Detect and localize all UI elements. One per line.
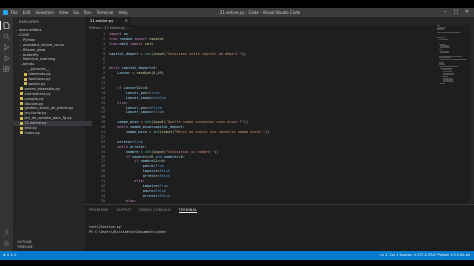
menu-view[interactable]: View	[59, 8, 69, 17]
python-file-icon	[20, 97, 23, 101]
code-line[interactable]: somme_mise = int(input("Merci de saisir …	[109, 130, 269, 135]
editor-scrollbar[interactable]	[470, 25, 474, 203]
menu-run[interactable]: Run	[84, 8, 92, 17]
status-right[interactable]: Ln 4, Col 1 Spaces: 4 UTF-8 CRLF Python …	[380, 251, 470, 260]
python-file-icon	[20, 102, 23, 105]
tree-item-label: discord.py	[24, 101, 44, 106]
tree-item-label: 21.estive.py	[24, 121, 47, 126]
minimap-line	[440, 59, 467, 61]
source-control-icon[interactable]	[3, 44, 10, 51]
tree-item-label: jeu_de_societe_pour_fg.py	[24, 116, 72, 121]
menu-bar: File Edit Selection View Go Run Terminal Help	[11, 8, 128, 17]
minimap[interactable]	[437, 25, 471, 85]
screen: File Edit Selection View Go Run Terminal Help 2…	[0, 0, 474, 266]
python-file-icon	[24, 82, 27, 86]
editor-tab[interactable]: 21.estive.py ×	[85, 17, 131, 25]
extensions-icon[interactable]	[3, 66, 10, 73]
menu-help[interactable]: Help	[119, 8, 128, 17]
terminal-line: test\21estive.py'	[89, 225, 123, 229]
title-bar: File Edit Selection View Go Run Terminal Help 2…	[0, 8, 474, 17]
editor-tabs: 21.estive.py ×	[85, 17, 474, 25]
minimize-button[interactable]: –	[440, 8, 450, 17]
files-icon[interactable]	[3, 22, 10, 29]
minimap-line	[437, 28, 445, 30]
panel-tab-problems[interactable]: PROBLEMS	[89, 208, 109, 213]
search-icon[interactable]	[3, 33, 10, 40]
code-editor[interactable]: 1 2 3 4 5 6 7 8 9 10 11 12 13 14 15 16 17 18 19 20 21 22 23 24 2…	[85, 32, 430, 204]
tree-item-label: assistant_virtual_cours	[23, 42, 65, 47]
tree-item-label: butterfly	[23, 52, 39, 57]
minimap-line	[438, 38, 448, 40]
minimap-line	[437, 31, 460, 33]
explorer-sidebar: EXPLORER › open editors ⌄CODE › Python › assis…	[13, 17, 92, 251]
tree-item-label: open editors	[19, 28, 42, 32]
line-number: 35	[101, 198, 105, 203]
menu-file[interactable]: File	[11, 8, 18, 17]
menu-terminal[interactable]: Terminal	[97, 8, 114, 17]
account-icon[interactable]	[3, 229, 10, 236]
panel-tab-debug-console[interactable]: DEBUG CONSOLE	[139, 208, 170, 213]
tree-item-label: CODE	[19, 32, 30, 37]
tree-item-label: __pycache__	[27, 67, 50, 72]
python-file-icon	[20, 87, 23, 91]
panel-tab-terminal[interactable]: TERMINAL	[178, 208, 198, 213]
tree-item-label: calculatrice.py	[24, 91, 51, 96]
active-indicator	[0, 21, 1, 30]
python-file-icon	[24, 77, 27, 81]
code-line[interactable]: Lancer = randint(0,49)	[109, 71, 163, 76]
window-title: 21.estive.py - Code - Visual Studio Code	[219, 10, 301, 15]
tab-close-icon[interactable]: ×	[125, 17, 128, 25]
tree-item-label: Machine_Learning	[23, 57, 56, 62]
minimap-line	[443, 81, 454, 83]
python-file-icon	[24, 72, 27, 76]
python-file-icon	[20, 116, 23, 120]
tree-item-label: gestion_stock_de_pierre.py	[24, 106, 74, 111]
run-debug-icon[interactable]	[3, 55, 10, 62]
python-file-icon	[20, 131, 23, 135]
tree-item-label: Python	[23, 37, 36, 42]
tree-item-label: Bitcoin_data	[23, 47, 46, 52]
code-line[interactable]: from math import ceil	[109, 42, 153, 47]
vscode-window: File Edit Selection View Go Run Terminal Help 2…	[0, 8, 474, 260]
tree-item-label: index.py	[24, 130, 40, 135]
tree-item-label: pendu	[23, 62, 35, 67]
bottom-panel: PROBLEMS OUTPUT DEBUG CONSOLE TERMINAL test…	[85, 204, 474, 252]
menu-selection[interactable]: Selection	[35, 8, 53, 17]
tree-item-label: annee_bissextile.py	[24, 86, 60, 91]
python-file-icon	[20, 111, 23, 115]
python-file-icon	[20, 121, 23, 125]
code-line[interactable]: Lancer_impair=True	[109, 110, 164, 115]
status-bar: ⊗ 0 ⚠ 0 Ln 4, Col 1 Spaces: 4 UTF-8 CRLF…	[0, 251, 474, 260]
breadcrumb[interactable]: Python › 21.estive.py › ...	[89, 26, 132, 30]
timeline-section[interactable]: TIMELINE	[17, 245, 33, 249]
panel-tab-output[interactable]: OUTPUT	[117, 208, 132, 213]
explorer-header: EXPLORER	[19, 20, 39, 24]
close-window-button[interactable]: ✕	[462, 8, 472, 17]
code-line[interactable]: else:	[109, 199, 137, 204]
menu-edit[interactable]: Edit	[23, 8, 31, 17]
outline-section[interactable]: OUTLINE	[17, 240, 32, 244]
tree-item-label: jeu-facile.py	[24, 111, 47, 116]
panel-tabs: PROBLEMS OUTPUT DEBUG CONSOLE TERMINAL	[89, 208, 198, 213]
tab-label: 21.estive.py	[90, 18, 114, 23]
tree-item-label: elements.py	[28, 72, 51, 77]
problems-status[interactable]: ⊗ 0 ⚠ 0	[3, 251, 16, 260]
terminal-prompt[interactable]: PS C:\Users\Utilisateur\Documents\code>	[89, 230, 166, 234]
tree-item-label: pendu.py	[28, 81, 46, 86]
python-file-icon	[20, 126, 23, 130]
menu-go[interactable]: Go	[73, 8, 79, 17]
activity-bar	[0, 17, 13, 251]
python-file-icon	[20, 92, 23, 96]
minimap-line	[440, 52, 450, 54]
vscode-logo-icon	[3, 10, 8, 15]
tree-item-label: compte.py	[24, 96, 44, 101]
python-file-icon	[20, 106, 23, 110]
tree-item-label: fonctions.py	[28, 77, 51, 81]
file-item[interactable]: index.py	[13, 131, 92, 136]
settings-gear-icon[interactable]	[3, 240, 10, 247]
maximize-button[interactable]: □	[451, 8, 461, 17]
tree-item-label: test.py	[24, 126, 37, 130]
code-line[interactable]: capital_depart = int(input("Saisissez vo…	[109, 52, 246, 57]
minimap-line	[440, 82, 445, 84]
